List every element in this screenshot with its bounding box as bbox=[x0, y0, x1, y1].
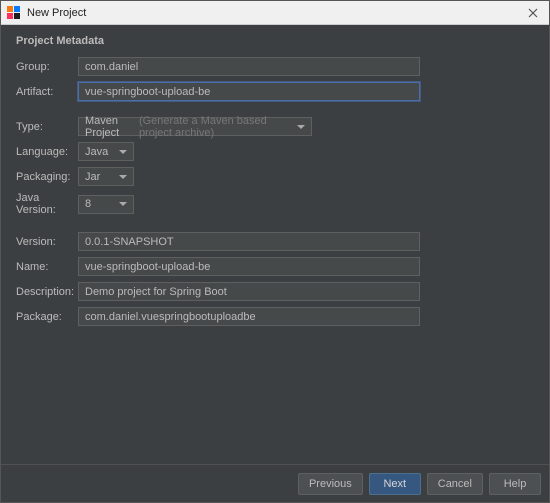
version-input[interactable] bbox=[78, 232, 420, 251]
intellij-icon bbox=[7, 6, 21, 20]
label-package: Package: bbox=[16, 311, 78, 323]
package-input[interactable] bbox=[78, 307, 420, 326]
cancel-button[interactable]: Cancel bbox=[427, 473, 483, 495]
label-type: Type: bbox=[16, 121, 78, 133]
chevron-down-icon bbox=[119, 202, 127, 206]
chevron-down-icon bbox=[119, 150, 127, 154]
window-title: New Project bbox=[27, 7, 523, 19]
packaging-value: Jar bbox=[85, 171, 100, 183]
titlebar: New Project bbox=[1, 1, 549, 25]
button-bar: Previous Next Cancel Help bbox=[1, 464, 549, 502]
type-hint: (Generate a Maven based project archive) bbox=[139, 115, 297, 139]
close-button[interactable] bbox=[523, 3, 543, 23]
label-packaging: Packaging: bbox=[16, 171, 78, 183]
language-value: Java bbox=[85, 146, 108, 158]
label-version: Version: bbox=[16, 236, 78, 248]
help-button[interactable]: Help bbox=[489, 473, 541, 495]
close-icon bbox=[528, 8, 538, 18]
label-group: Group: bbox=[16, 61, 78, 73]
packaging-combo[interactable]: Jar bbox=[78, 167, 134, 186]
language-combo[interactable]: Java bbox=[78, 142, 134, 161]
java-version-combo[interactable]: 8 bbox=[78, 195, 134, 214]
content-area: Project Metadata Group: Artifact: Type: … bbox=[1, 25, 549, 464]
chevron-down-icon bbox=[119, 175, 127, 179]
description-input[interactable] bbox=[78, 282, 420, 301]
name-input[interactable] bbox=[78, 257, 420, 276]
java-version-value: 8 bbox=[85, 198, 91, 210]
label-name: Name: bbox=[16, 261, 78, 273]
chevron-down-icon bbox=[297, 125, 305, 129]
previous-button[interactable]: Previous bbox=[298, 473, 363, 495]
next-button[interactable]: Next bbox=[369, 473, 421, 495]
section-title: Project Metadata bbox=[16, 35, 534, 47]
label-description: Description: bbox=[16, 286, 78, 298]
label-java-version: Java Version: bbox=[16, 192, 78, 216]
type-value: Maven Project bbox=[85, 115, 139, 139]
label-language: Language: bbox=[16, 146, 78, 158]
artifact-input[interactable] bbox=[78, 82, 420, 101]
group-input[interactable] bbox=[78, 57, 420, 76]
type-combo[interactable]: Maven Project (Generate a Maven based pr… bbox=[78, 117, 312, 136]
label-artifact: Artifact: bbox=[16, 86, 78, 98]
new-project-dialog: New Project Project Metadata Group: Arti… bbox=[0, 0, 550, 503]
